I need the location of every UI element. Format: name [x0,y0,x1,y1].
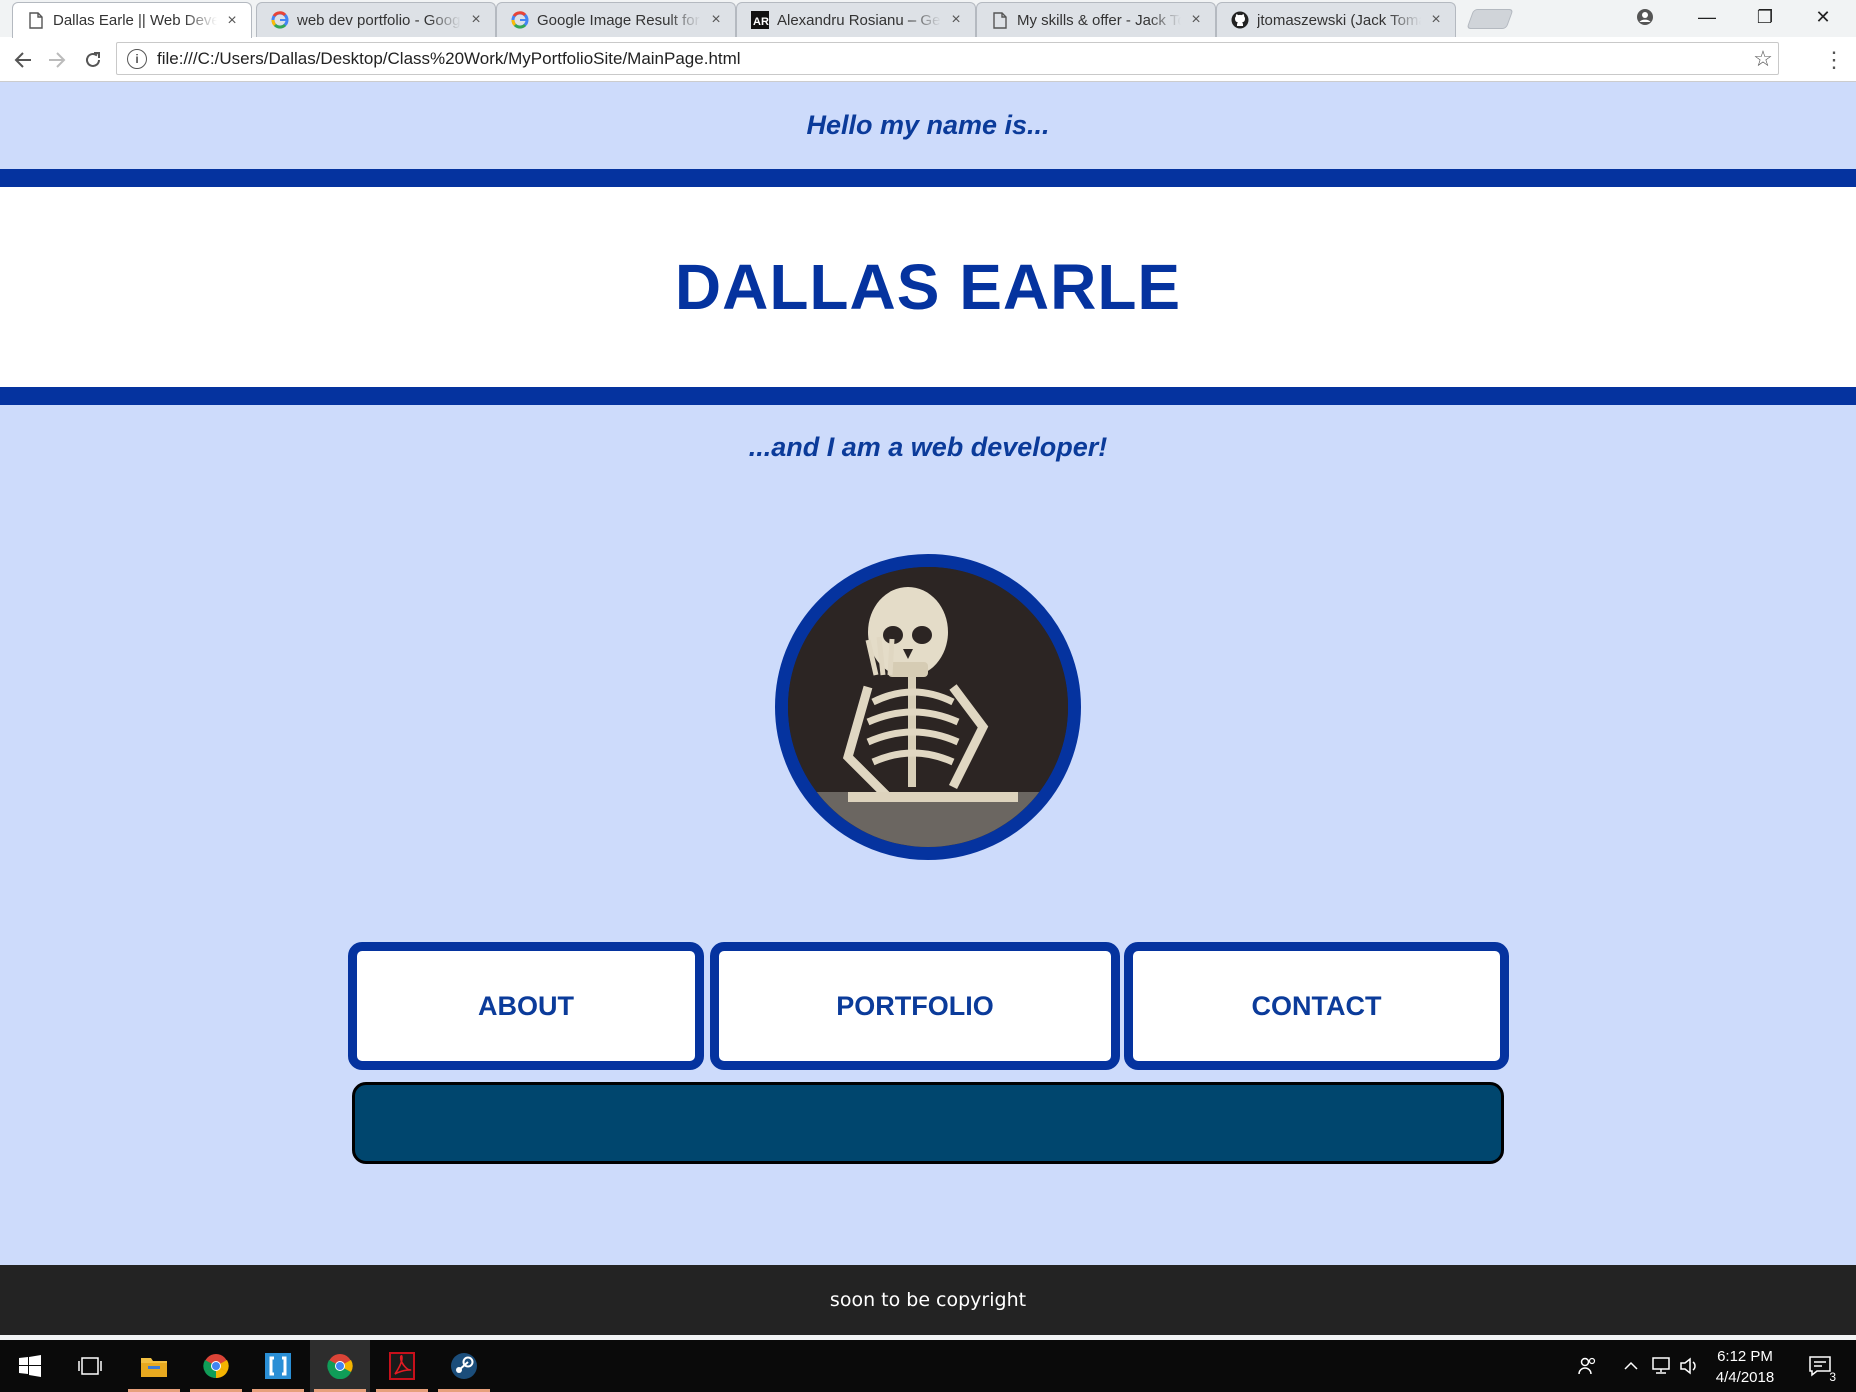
page-icon [991,11,1009,29]
tab-title: web dev portfolio - Google Search [297,11,461,29]
name-banner: DALLAS EARLE [0,187,1856,387]
minimize-button[interactable]: — [1678,0,1736,34]
google-icon [271,11,289,29]
info-icon[interactable]: i [127,48,147,69]
divider-top [0,169,1856,187]
tab-jack-skills[interactable]: My skills & offer - Jack Tomaszewski × [976,2,1216,37]
menu-icon[interactable]: ⋮ [1822,45,1846,75]
tagline-text: ...and I am a web developer! [748,432,1108,462]
tab-close-icon[interactable]: × [947,11,965,29]
acrobat-icon[interactable] [372,1340,432,1392]
page-content: Hello my name is... DALLAS EARLE ...and … [0,82,1856,1335]
notification-count: 3 [1829,1370,1836,1384]
ar-icon: AR [751,11,769,29]
about-label: ABOUT [478,990,574,1021]
divider-bottom [0,387,1856,405]
system-clock[interactable]: 6:12 PM 4/4/2018 [1700,1346,1790,1388]
tab-dallas-earle[interactable]: Dallas Earle || Web Developer × [12,2,252,38]
notification-center-icon[interactable]: 3 [1800,1340,1840,1392]
chevron-up-icon[interactable] [1618,1340,1644,1392]
windows-taskbar: 6:12 PM 4/4/2018 3 [0,1340,1856,1392]
tab-google-image-result[interactable]: Google Image Result for × [496,2,736,37]
bookmark-star-icon[interactable]: ☆ [1748,46,1778,72]
chrome-icon[interactable] [186,1340,246,1392]
tab-close-icon[interactable]: × [1427,11,1445,29]
svg-text:AR: AR [753,16,769,28]
windows-start-icon[interactable] [0,1340,60,1392]
steam-icon[interactable] [434,1340,494,1392]
page-title: DALLAS EARLE [674,251,1182,323]
url-text: file:///C:/Users/Dallas/Desktop/Class%20… [157,48,741,68]
new-tab-button[interactable] [1466,9,1514,29]
restore-button[interactable]: ❐ [1736,0,1794,34]
tab-title: jtomaszewski (Jack Tomaszewski) [1257,11,1421,29]
task-view-icon[interactable] [60,1340,120,1392]
browser-toolbar: i file:///C:/Users/Dallas/Desktop/Class%… [0,37,1856,82]
volume-icon[interactable] [1676,1340,1702,1392]
google-icon [511,11,529,29]
contact-button[interactable]: CONTACT [1124,942,1509,1070]
tab-web-dev-portfolio[interactable]: web dev portfolio - Google Search × [256,2,496,37]
address-bar[interactable]: i file:///C:/Users/Dallas/Desktop/Class%… [116,42,1779,75]
content-panel [352,1082,1504,1164]
tab-close-icon[interactable]: × [223,12,241,30]
tab-title: Dallas Earle || Web Developer [53,12,217,29]
portfolio-button[interactable]: PORTFOLIO [710,942,1120,1070]
people-icon[interactable] [1572,1340,1602,1392]
tab-close-icon[interactable]: × [467,11,485,29]
clock-time: 6:12 PM [1717,1348,1773,1365]
portfolio-label: PORTFOLIO [836,990,994,1021]
brackets-icon[interactable] [248,1340,308,1392]
tab-strip: Dallas Earle || Web Developer × web dev … [0,0,1856,38]
chrome-icon[interactable] [310,1340,370,1392]
tab-title: Google Image Result for [537,11,700,29]
greeting-text: Hello my name is... [806,110,1050,140]
github-icon [1231,11,1249,29]
profile-photo [775,554,1081,860]
contact-label: CONTACT [1251,990,1382,1021]
back-icon[interactable] [8,45,38,75]
clock-date: 4/4/2018 [1715,1369,1775,1386]
tab-close-icon[interactable]: × [707,11,725,29]
footer: soon to be copyright [0,1265,1856,1335]
page-icon [27,12,45,30]
reload-icon[interactable] [78,45,108,75]
tab-title: Alexandru Rosianu – Geek [777,11,941,29]
forward-icon[interactable] [42,45,72,75]
tab-alexandru-rosianu[interactable]: AR Alexandru Rosianu – Geek × [736,2,976,37]
profile-icon[interactable] [1616,0,1674,34]
network-icon[interactable] [1646,1340,1674,1392]
skeleton-image [788,567,1068,847]
about-button[interactable]: ABOUT [348,942,704,1070]
tab-close-icon[interactable]: × [1187,11,1205,29]
tab-jtomaszewski-github[interactable]: jtomaszewski (Jack Tomaszewski) × [1216,2,1456,37]
tab-title: My skills & offer - Jack Tomaszewski [1017,11,1181,29]
close-window-button[interactable]: ✕ [1794,0,1852,34]
file-explorer-icon[interactable] [124,1340,184,1392]
footer-text: soon to be copyright [829,1289,1027,1311]
